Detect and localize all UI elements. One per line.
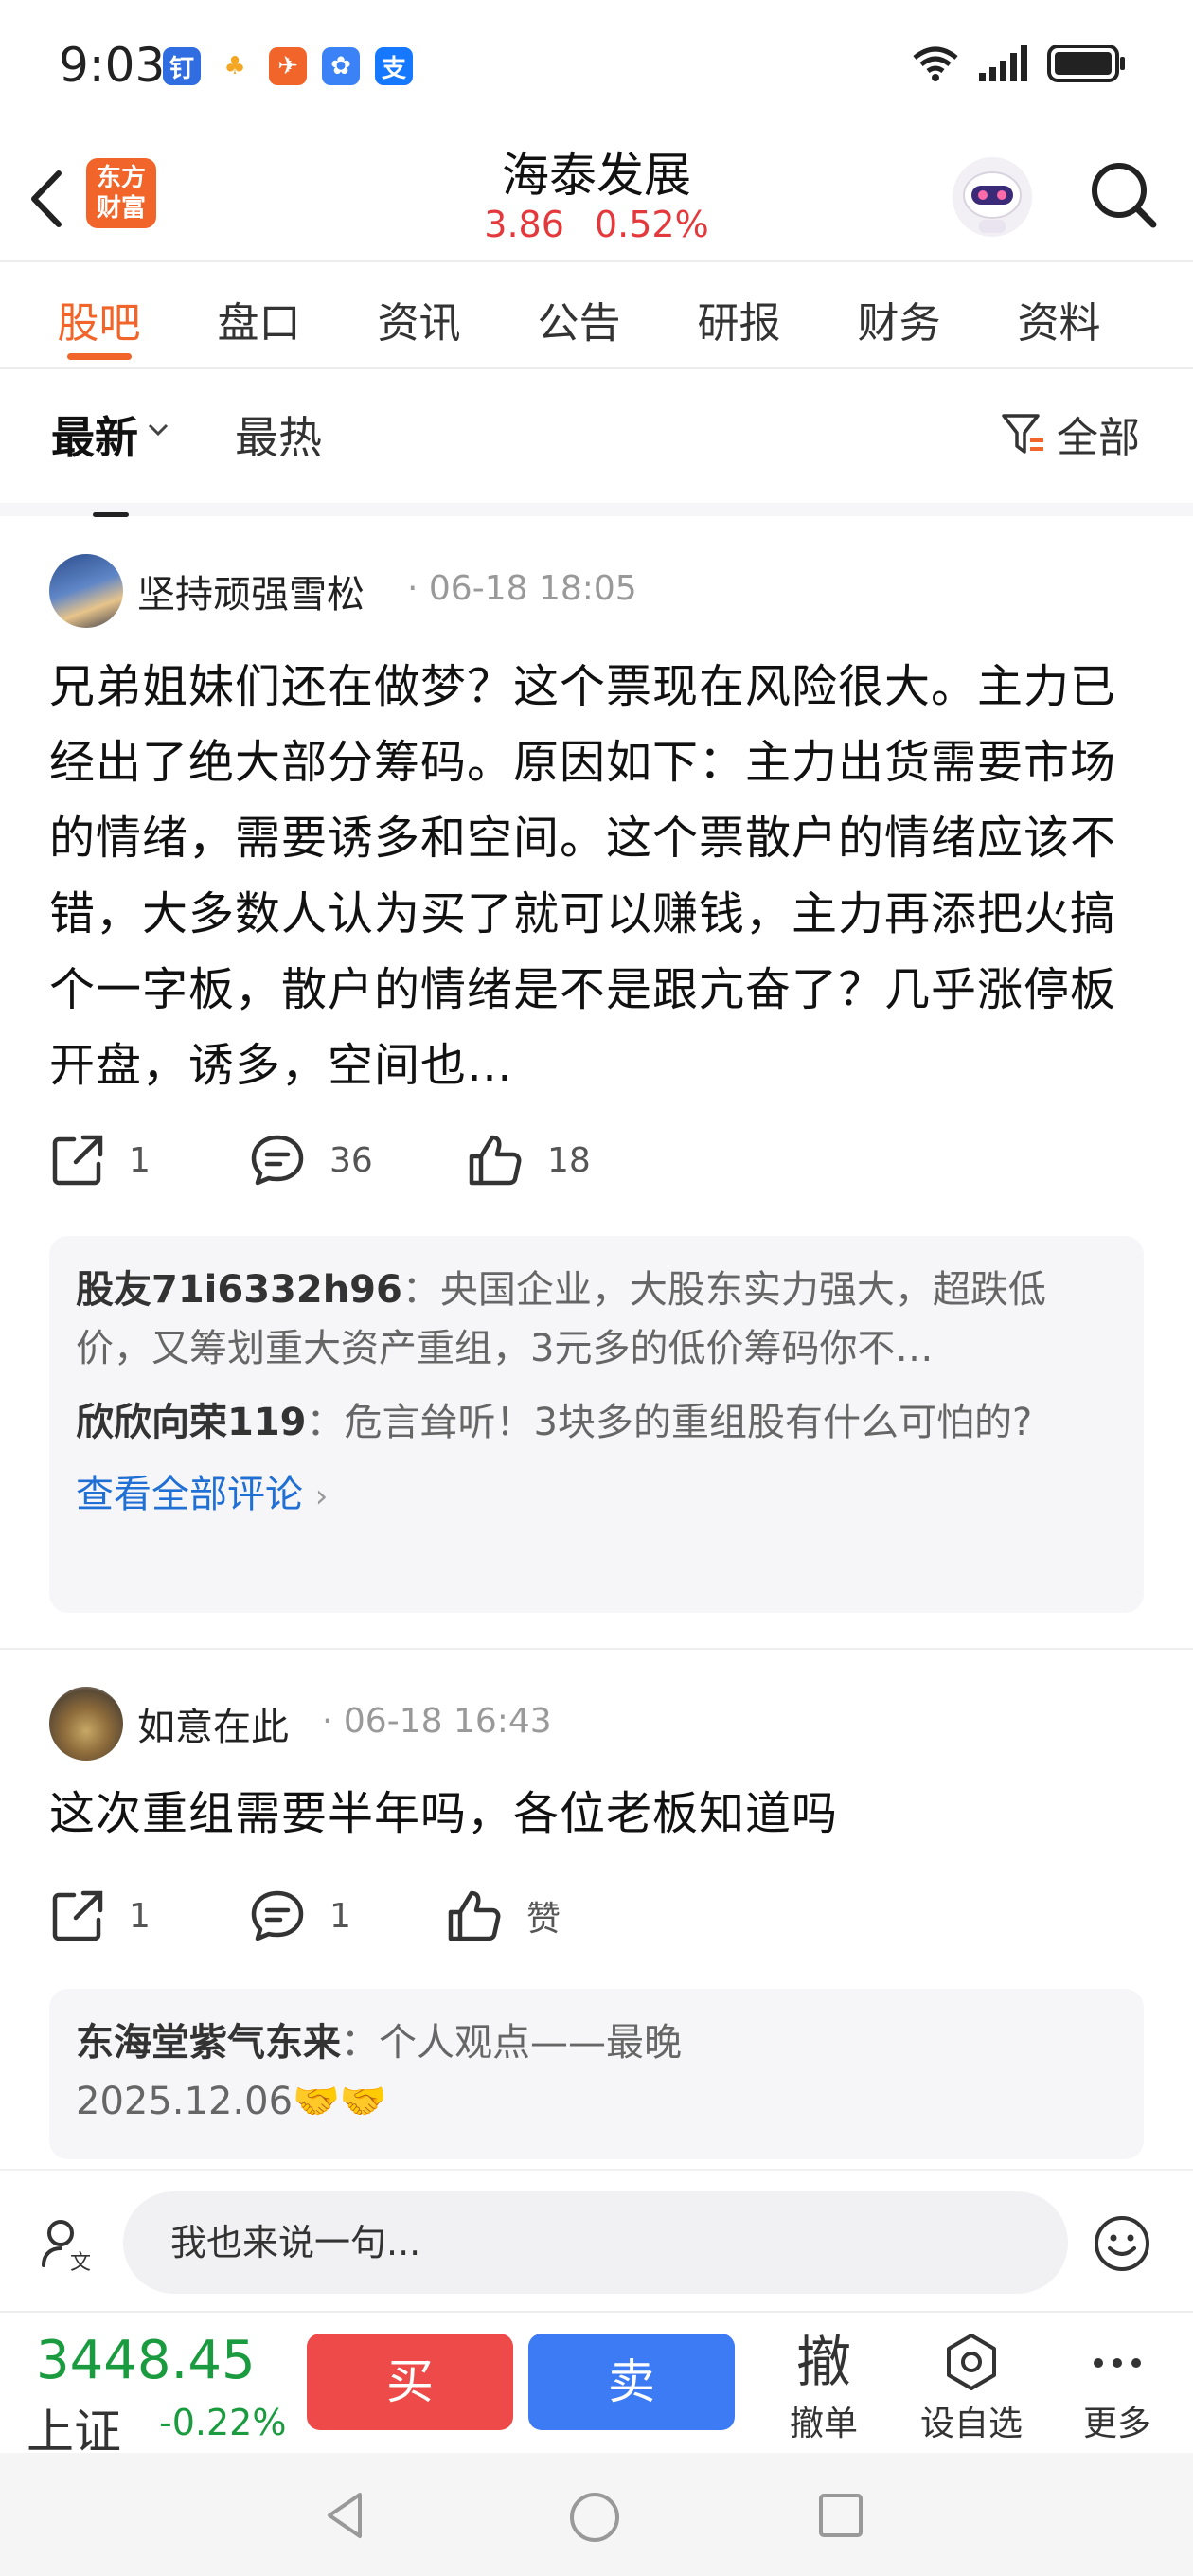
avatar[interactable]: [49, 1687, 123, 1761]
filter-button[interactable]: 全部: [1000, 403, 1140, 464]
like-count: 18: [547, 1140, 591, 1180]
robot-assistant-icon[interactable]: [947, 152, 1038, 242]
tab-news[interactable]: 资讯: [339, 262, 499, 367]
dingtalk-icon: 钉: [163, 47, 201, 85]
index-value[interactable]: 3448.45: [36, 2330, 256, 2391]
cancel-icon: 撤: [795, 2330, 851, 2394]
post-timestamp: 06-18 18:05: [428, 569, 637, 608]
share-icon: [52, 1135, 103, 1186]
emoji-icon[interactable]: [1093, 2214, 1151, 2273]
app-icon: ✿: [322, 47, 360, 85]
comment-item[interactable]: 东海堂紫气东来：个人观点——最晚2025.12.06🤝🤝: [76, 2013, 720, 2131]
view-all-comments-link[interactable]: 查看全部评论 ›: [76, 1465, 1117, 1526]
status-bar: 9:03 钉 ♣ ✈ ✿ 支: [0, 0, 1193, 137]
share-button[interactable]: 1: [49, 1887, 151, 1944]
chevron-right-icon: ›: [314, 1477, 329, 1515]
hexagon-icon: [947, 2334, 996, 2390]
section-tabs: 股吧 盘口 资讯 公告 研报 财务 资料: [0, 260, 1193, 369]
index-change: -0.22%: [159, 2402, 287, 2443]
app-icon: ✈: [269, 47, 307, 85]
cancel-label: 撤单: [789, 2405, 858, 2443]
comment-user[interactable]: 欣欣向荣119: [76, 1401, 307, 1444]
sort-latest[interactable]: 最新: [51, 403, 138, 517]
stock-change: 0.52%: [594, 204, 709, 245]
voice-input-icon[interactable]: 文: [38, 2214, 98, 2275]
nav-back-icon[interactable]: [322, 2489, 369, 2542]
more-dots-icon: [1094, 2358, 1141, 2368]
view-all-label: 查看全部评论: [76, 1473, 303, 1516]
cancel-order-button[interactable]: 撤 撤单: [757, 2328, 890, 2445]
nav-recents-icon[interactable]: [816, 2491, 865, 2540]
more-label: 更多: [1082, 2405, 1151, 2443]
status-time: 9:03: [59, 38, 166, 93]
signal-icon: [979, 45, 1027, 81]
post-author[interactable]: 如意在此: [137, 1696, 289, 1751]
nav-home-icon[interactable]: [566, 2489, 623, 2546]
comment-input[interactable]: 我也来说一句...: [123, 2191, 1068, 2294]
trade-bar: 3448.45 上证 -0.22% 买 卖 撤 撤单 设自选 更多: [0, 2311, 1193, 2460]
more-button[interactable]: 更多: [1051, 2328, 1184, 2445]
sell-button[interactable]: 卖: [528, 2334, 735, 2430]
post-actions: 1 1 赞: [49, 1887, 901, 1954]
post-time: · 06-18 16:43: [322, 1702, 552, 1741]
stock-header: 东方财富 海泰发展 3.86 0.52%: [0, 137, 1193, 260]
tab-research[interactable]: 研报: [659, 262, 819, 367]
tab-guba[interactable]: 股吧: [19, 262, 179, 367]
post-content[interactable]: 这次重组需要半年吗，各位老板知道吗: [49, 1776, 1148, 1852]
add-watchlist-button[interactable]: 设自选: [905, 2328, 1038, 2445]
comment-count: 36: [329, 1140, 373, 1180]
buy-button[interactable]: 买: [307, 2334, 513, 2430]
chevron-down-icon[interactable]: [144, 420, 172, 439]
share-button[interactable]: 1: [49, 1132, 151, 1189]
sort-hot[interactable]: 最热: [235, 403, 322, 466]
like-button[interactable]: 18: [466, 1132, 591, 1189]
alipay-icon: 支: [375, 47, 413, 85]
app-icon: ♣: [216, 47, 254, 85]
post-content[interactable]: 兄弟姐妹们还在做梦？这个票现在风险很大。主力已经出了绝大部分筹码。原因如下：主力…: [49, 649, 1148, 1103]
watchlist-label: 设自选: [919, 2405, 1023, 2443]
sort-bar: 最新 最热 全部: [0, 369, 1193, 517]
comment-count: 1: [329, 1896, 351, 1936]
post-divider: [0, 1648, 1193, 1650]
filter-icon: [1002, 414, 1043, 454]
share-count: 1: [129, 1140, 151, 1180]
comment-user[interactable]: 股友71i6332h96: [76, 1268, 402, 1312]
share-icon: [52, 1890, 103, 1941]
comment-button[interactable]: 36: [248, 1132, 373, 1189]
stock-price: 3.86: [484, 204, 564, 245]
comment-icon: [251, 1135, 304, 1186]
comment-icon: [251, 1890, 304, 1941]
share-count: 1: [129, 1896, 151, 1936]
filter-label: 全部: [1057, 414, 1140, 462]
tab-profile[interactable]: 资料: [979, 262, 1139, 367]
comment-user[interactable]: 东海堂紫气东来: [76, 2021, 341, 2065]
comment-button[interactable]: 1: [248, 1887, 351, 1944]
post-author[interactable]: 坚持顽强雪松: [137, 564, 365, 618]
tab-announcements[interactable]: 公告: [499, 262, 659, 367]
post-timestamp: 06-18 16:43: [343, 1702, 552, 1741]
comment-item[interactable]: 欣欣向荣119：危言耸听！3块多的重组股有什么可怕的?: [76, 1393, 1117, 1452]
like-label: 赞: [526, 1900, 561, 1939]
comment-preview[interactable]: 股友71i6332h96：央国企业，大股东实力强大，超跌低价，又筹划重大资产重组…: [49, 1236, 1144, 1613]
thumbs-up-icon: [469, 1135, 522, 1186]
svg-text:文: 文: [70, 2251, 91, 2275]
post-actions: 1 36 18: [49, 1132, 901, 1198]
post-time: · 06-18 18:05: [407, 569, 637, 608]
search-icon[interactable]: [1085, 156, 1161, 232]
tab-pankou[interactable]: 盘口: [179, 262, 339, 367]
tab-finance[interactable]: 财务: [819, 262, 979, 367]
comment-input-bar: 文 我也来说一句...: [0, 2169, 1193, 2311]
comment-text: ：危言耸听！3块多的重组股有什么可怕的?: [306, 1401, 1033, 1444]
comment-item[interactable]: 股友71i6332h96：央国企业，大股东实力强大，超跌低价，又筹划重大资产重组…: [76, 1261, 1117, 1378]
battery-icon: [1047, 45, 1125, 82]
comment-preview[interactable]: 东海堂紫气东来：个人观点——最晚2025.12.06🤝🤝: [49, 1989, 1144, 2159]
status-app-icons: 钉 ♣ ✈ ✿ 支: [163, 47, 413, 85]
wifi-icon: [913, 46, 958, 81]
thumbs-up-icon: [448, 1890, 501, 1941]
avatar[interactable]: [49, 554, 123, 628]
system-nav-bar: [0, 2453, 1193, 2576]
like-button[interactable]: 赞: [445, 1887, 561, 1944]
